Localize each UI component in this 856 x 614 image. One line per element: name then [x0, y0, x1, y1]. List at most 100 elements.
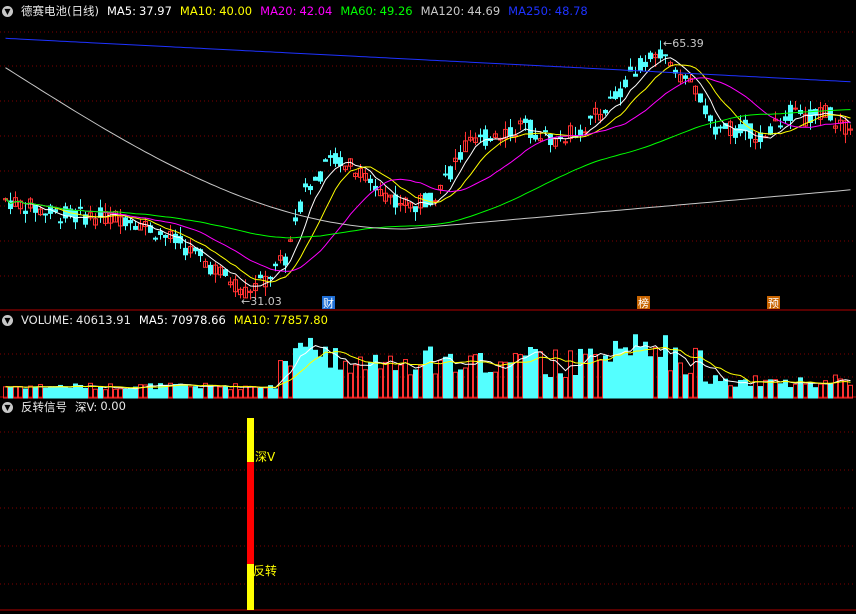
candle-body	[528, 119, 533, 138]
candle-body	[368, 178, 373, 184]
price-ma-ma20: MA20: 42.04	[260, 4, 332, 18]
volume-bar	[488, 371, 493, 399]
volume-bar	[123, 388, 128, 399]
volume-bar	[253, 386, 258, 399]
volume-bar	[633, 334, 638, 399]
volume-bar	[273, 388, 278, 399]
candle-body	[448, 166, 453, 180]
collapse-arrow-icon[interactable]: ▼	[2, 401, 13, 413]
candle-body	[718, 126, 723, 129]
volume-bar	[663, 335, 668, 399]
volume-bar	[8, 386, 13, 399]
volume-bar	[398, 364, 403, 399]
volume-bar	[353, 364, 358, 399]
volume-bar	[368, 361, 373, 399]
candle-body	[158, 231, 163, 235]
volume-bar	[18, 386, 23, 399]
candle-body	[298, 201, 303, 213]
candle-body	[328, 155, 333, 158]
candle-body	[78, 206, 83, 209]
candle-body	[543, 130, 548, 133]
candle-body	[618, 88, 623, 98]
volume-bar	[493, 371, 498, 399]
volume-bar	[173, 383, 178, 399]
ma-value: 49.26	[379, 4, 413, 18]
ma-label: MA5:	[106, 4, 136, 18]
candle-body	[333, 153, 338, 164]
candle-body	[698, 93, 703, 103]
volume-bar	[518, 354, 523, 399]
volume-bar	[543, 374, 548, 399]
volume-bar	[728, 385, 733, 399]
volume-bar	[283, 360, 288, 399]
volume-bar	[458, 369, 463, 399]
candle-body	[623, 79, 628, 88]
volume-bar	[233, 383, 238, 399]
ma20-line	[5, 77, 851, 272]
volume-bar	[788, 387, 793, 399]
volume-bar	[33, 386, 38, 399]
volume-bar	[323, 346, 328, 399]
price-ma-ma10: MA10: 40.00	[180, 4, 252, 18]
volume-bar	[808, 382, 813, 399]
candle-body	[748, 123, 753, 139]
collapse-arrow-icon[interactable]: ▼	[2, 5, 13, 17]
candle-body	[523, 118, 528, 123]
candle-body	[73, 210, 78, 223]
candle-body	[283, 256, 288, 266]
volume-bar	[568, 350, 573, 399]
volume-panel-header: ▼ VOLUME: 40613.91 MA5: 70978.66 MA10: 7785…	[0, 311, 328, 329]
volume-bar	[483, 372, 488, 399]
volume-bar	[68, 387, 73, 399]
ma-label: MA250:	[508, 4, 552, 18]
volume-bar	[453, 371, 458, 399]
ma5-line	[5, 57, 851, 287]
price-panel-header: ▼ 德赛电池(日线) MA5: 37.97 MA10: 40.00 MA20: 42.04…	[0, 2, 588, 20]
volume-bar	[643, 341, 648, 399]
signal-bar-top	[247, 418, 254, 462]
volume-bar	[708, 383, 713, 399]
volume-bar	[608, 361, 613, 399]
volume-bar	[848, 384, 853, 399]
volume-bar	[48, 386, 53, 399]
volume-bar	[508, 362, 513, 399]
candle-body	[708, 115, 713, 122]
volume-bar	[843, 379, 848, 399]
candle-body	[548, 133, 553, 146]
ma-value: 44.69	[467, 4, 501, 18]
low-price-label: ←31.03	[241, 295, 282, 308]
volume-bar	[468, 355, 473, 399]
volume-bar	[198, 388, 203, 399]
candle-body	[23, 210, 28, 214]
ma250-line	[5, 37, 851, 83]
price-ma-ma120: MA120: 44.69	[421, 4, 501, 18]
volume-bar	[668, 370, 673, 399]
volume-bar	[263, 387, 268, 399]
volume-bar	[343, 360, 348, 399]
collapse-arrow-icon[interactable]: ▼	[2, 314, 13, 326]
candle-body	[703, 105, 708, 115]
volume-bar	[413, 369, 418, 399]
ma-value: 77857.80	[273, 313, 328, 327]
candle-body	[713, 126, 718, 135]
candle-body	[638, 58, 643, 71]
candle-body	[308, 186, 313, 191]
ma-label: MA120:	[420, 4, 465, 18]
volume-bar	[778, 383, 783, 399]
ma-label: MA5:	[138, 313, 168, 327]
ma-value: 48.78	[554, 4, 588, 18]
volume-bar	[28, 385, 33, 399]
candle-body	[43, 213, 48, 216]
candle-body	[413, 206, 418, 213]
candle-body	[458, 152, 463, 160]
event-marker-label: 榜	[638, 296, 649, 310]
volume-bar	[78, 384, 83, 399]
volume-bar	[278, 360, 283, 399]
volume-ma-ma10: MA10: 77857.80	[234, 313, 328, 327]
volume-bar	[23, 388, 28, 399]
signal-label-reversal: 反转	[253, 563, 277, 578]
volume-bar	[258, 387, 263, 399]
volume-bar	[423, 350, 428, 399]
stock-title[interactable]: 德赛电池(日线)	[21, 3, 99, 19]
volume-bar	[98, 386, 103, 399]
